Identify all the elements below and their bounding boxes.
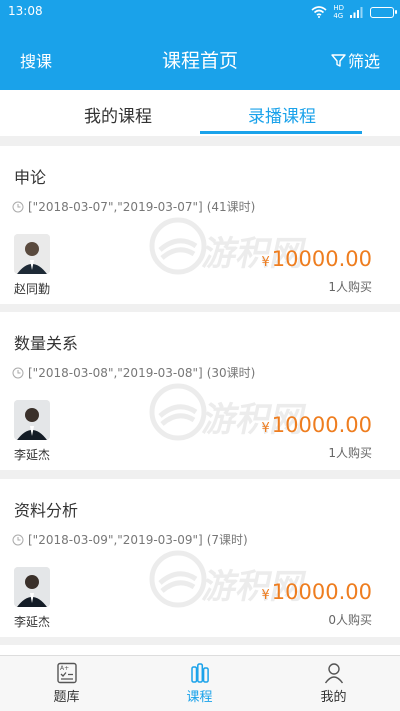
currency-symbol: ¥ — [261, 255, 270, 270]
course-hours: (30课时) — [206, 366, 256, 380]
nav-courses[interactable]: 课程 — [133, 662, 266, 705]
clock-icon — [12, 201, 24, 212]
course-price: ¥ 10000.00 — [262, 413, 372, 437]
question-bank-icon: A+ — [56, 662, 77, 684]
currency-symbol: ¥ — [261, 421, 270, 436]
status-time: 13:08 — [8, 4, 43, 18]
status-icons: HD 4G — [311, 4, 397, 20]
bottom-nav: A+ 题库 课程 我的 — [0, 655, 400, 711]
wifi-icon — [311, 6, 327, 18]
course-date-range: ["2018-03-08","2019-03-08"] — [28, 365, 203, 380]
currency-symbol: ¥ — [261, 588, 270, 603]
course-price: ¥ 10000.00 — [262, 247, 372, 271]
price-amount: 10000.00 — [271, 247, 372, 271]
course-card[interactable]: 资料分析 ["2018-03-09","2019-03-09"] (7课时) 游… — [0, 479, 400, 637]
buyer-count: 1人购买 — [328, 446, 372, 460]
app-header: 搜课 课程首页 筛选 — [0, 24, 400, 90]
course-date-range: ["2018-03-07","2019-03-07"] — [28, 199, 203, 214]
course-title: 申论 — [14, 168, 47, 187]
price-amount: 10000.00 — [271, 580, 372, 604]
buyer-count: 1人购买 — [328, 280, 372, 294]
teacher-name: 李延杰 — [14, 448, 51, 462]
nav-profile[interactable]: 我的 — [267, 662, 400, 705]
course-price: ¥ 10000.00 — [262, 580, 372, 604]
nav-label: 课程 — [186, 690, 213, 705]
course-hours: (41课时) — [206, 200, 256, 214]
tab-my-courses[interactable]: 我的课程 — [38, 102, 198, 127]
network-type: HD 4G — [333, 4, 344, 20]
nav-label: 我的 — [320, 690, 347, 705]
course-card[interactable]: 申论 ["2018-03-07","2019-03-07"] (41课时) 游积… — [0, 146, 400, 304]
buyer-count: 0人购买 — [328, 613, 372, 627]
profile-icon — [324, 663, 343, 684]
price-amount: 10000.00 — [271, 413, 372, 437]
avatar — [14, 400, 50, 440]
filter-button[interactable]: 筛选 — [331, 48, 380, 72]
course-card-partial — [0, 645, 400, 655]
course-title: 数量关系 — [14, 334, 79, 353]
filter-label: 筛选 — [347, 52, 380, 71]
nav-label: 题库 — [53, 690, 80, 705]
avatar — [14, 567, 50, 607]
svg-text:A+: A+ — [60, 665, 69, 672]
battery-icon — [370, 6, 397, 18]
nav-question-bank[interactable]: A+ 题库 — [0, 662, 133, 705]
active-tab-indicator — [200, 131, 362, 134]
course-hours: (7课时) — [206, 533, 248, 547]
status-bar: 13:08 HD 4G — [0, 0, 400, 24]
course-meta: ["2018-03-08","2019-03-08"] (30课时) — [12, 364, 255, 381]
course-title: 资料分析 — [14, 501, 79, 520]
course-meta: ["2018-03-09","2019-03-09"] (7课时) — [12, 531, 248, 548]
course-meta: ["2018-03-07","2019-03-07"] (41课时) — [12, 198, 255, 215]
course-tabs: 我的课程 录播课程 — [0, 90, 400, 136]
avatar — [14, 234, 50, 274]
network-4g-label: 4G — [333, 12, 344, 20]
clock-icon — [12, 534, 24, 545]
course-card[interactable]: 数量关系 ["2018-03-08","2019-03-08"] (30课时) … — [0, 312, 400, 470]
signal-icon — [350, 7, 363, 18]
course-date-range: ["2018-03-09","2019-03-09"] — [28, 532, 203, 547]
teacher-name: 李延杰 — [14, 615, 51, 629]
clock-icon — [12, 367, 24, 378]
network-hd-label: HD — [333, 4, 344, 12]
tab-recorded-courses[interactable]: 录播课程 — [202, 102, 362, 127]
filter-icon — [331, 53, 346, 67]
course-icon — [190, 663, 209, 683]
teacher-name: 赵同勤 — [14, 282, 51, 296]
